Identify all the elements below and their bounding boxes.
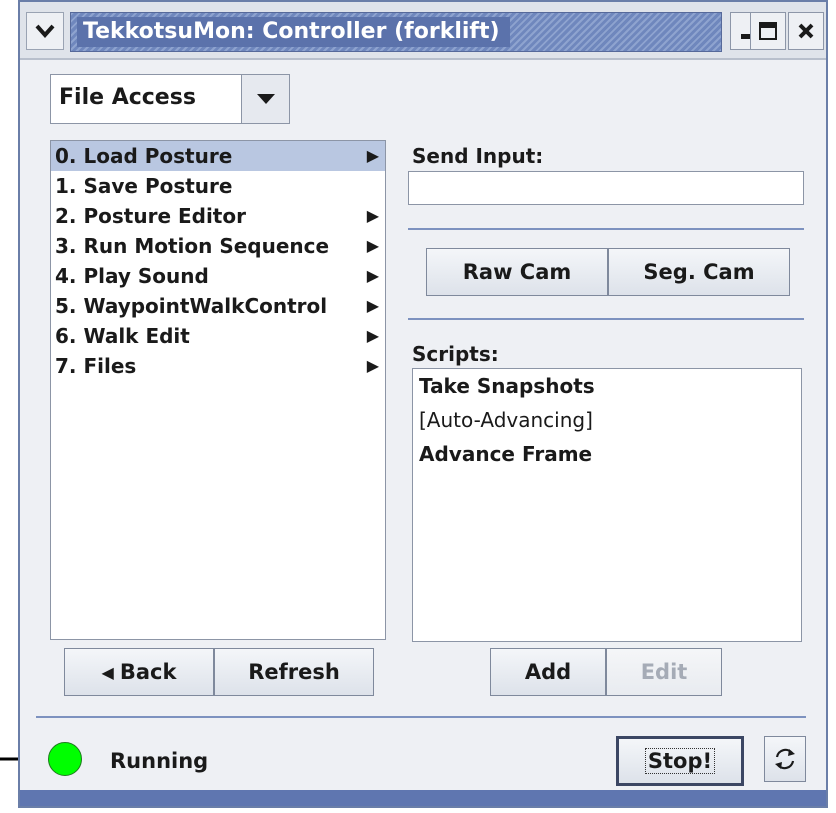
combo-dropdown-button[interactable] <box>241 75 289 123</box>
submenu-arrow-icon: ▶ <box>366 206 379 225</box>
menu-item-waypoint-walk-control[interactable]: 5. WaypointWalkControl ▶ <box>51 291 385 321</box>
maximize-icon <box>759 22 777 40</box>
scripts-list[interactable]: Take Snapshots [Auto-Advancing] Advance … <box>412 368 802 642</box>
refresh-button[interactable]: Refresh <box>214 648 374 696</box>
close-button[interactable] <box>788 12 824 50</box>
raw-cam-button[interactable]: Raw Cam <box>426 248 608 296</box>
menu-item-posture-editor[interactable]: 2. Posture Editor ▶ <box>51 201 385 231</box>
title-bar[interactable]: TekkotsuMon: Controller (forklift) <box>20 2 826 60</box>
chevron-down-icon <box>35 24 55 38</box>
menu-item-files[interactable]: 7. Files ▶ <box>51 351 385 381</box>
submenu-arrow-icon: ▶ <box>366 356 379 375</box>
menu-item-play-sound[interactable]: 4. Play Sound ▶ <box>51 261 385 291</box>
status-text: Running <box>110 749 209 773</box>
script-item-advance-frame[interactable]: Advance Frame <box>413 437 801 471</box>
controller-window: TekkotsuMon: Controller (forklift) File … <box>18 0 828 808</box>
seg-cam-button[interactable]: Seg. Cam <box>608 248 790 296</box>
status-indicator-icon <box>48 742 82 776</box>
submenu-arrow-icon: ▶ <box>366 326 379 345</box>
window-title: TekkotsuMon: Controller (forklift) <box>77 17 510 47</box>
window-content: File Access 0. Load Posture ▶ 1. Save Po… <box>20 60 826 793</box>
separator <box>408 228 804 230</box>
mode-combo-value: File Access <box>59 85 196 110</box>
menu-item-walk-edit[interactable]: 6. Walk Edit ▶ <box>51 321 385 351</box>
menu-item-run-motion-sequence[interactable]: 3. Run Motion Sequence ▶ <box>51 231 385 261</box>
triangle-down-icon <box>256 94 275 104</box>
menu-item-load-posture[interactable]: 0. Load Posture ▶ <box>51 141 385 171</box>
mode-combo[interactable]: File Access <box>50 74 290 124</box>
refresh-icon <box>775 748 795 770</box>
title-area[interactable]: TekkotsuMon: Controller (forklift) <box>70 12 722 52</box>
separator <box>408 318 804 320</box>
window-bottom-border <box>20 790 826 806</box>
menu-list[interactable]: 0. Load Posture ▶ 1. Save Posture 2. Pos… <box>50 140 386 640</box>
maximize-button[interactable] <box>750 12 786 50</box>
stop-button[interactable]: Stop! <box>616 736 744 786</box>
add-script-button[interactable]: Add <box>490 648 606 696</box>
menu-item-save-posture[interactable]: 1. Save Posture <box>51 171 385 201</box>
back-button[interactable]: ◀ Back <box>64 648 214 696</box>
submenu-arrow-icon: ▶ <box>366 266 379 285</box>
separator <box>36 716 806 718</box>
reconnect-button[interactable] <box>764 736 806 782</box>
window-menu-button[interactable] <box>26 12 64 50</box>
close-icon <box>798 23 814 39</box>
edit-script-button[interactable]: Edit <box>606 648 722 696</box>
submenu-arrow-icon: ▶ <box>366 296 379 315</box>
send-input-label: Send Input: <box>412 144 544 168</box>
submenu-arrow-icon: ▶ <box>366 146 379 165</box>
script-item-take-snapshots[interactable]: Take Snapshots <box>413 369 801 403</box>
scripts-label: Scripts: <box>412 342 499 366</box>
script-item-auto-advancing[interactable]: [Auto-Advancing] <box>413 403 801 437</box>
send-input-field[interactable] <box>408 171 804 205</box>
back-arrow-icon: ◀ <box>101 662 114 682</box>
submenu-arrow-icon: ▶ <box>366 236 379 255</box>
